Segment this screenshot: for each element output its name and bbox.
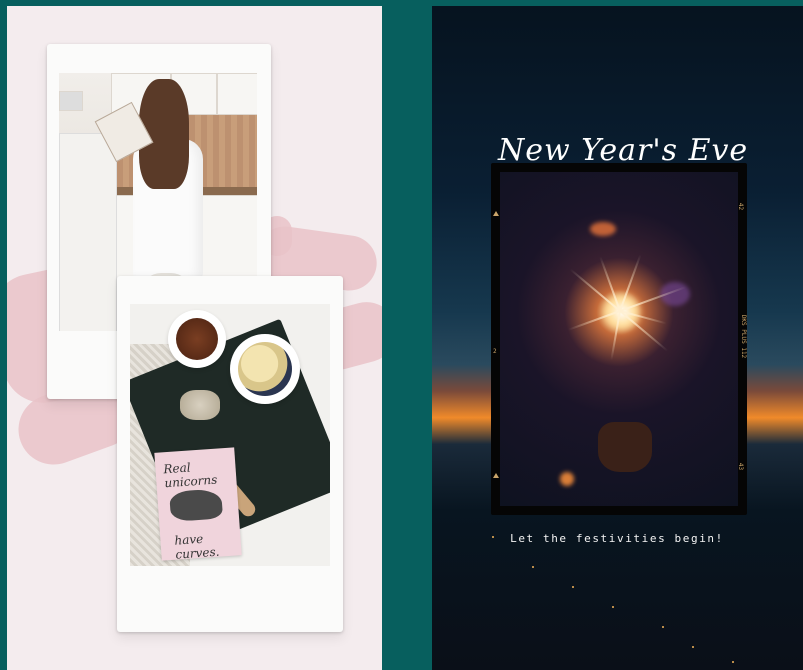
pecan-bowl	[168, 310, 226, 368]
film-frame: 42 DKS PLUS 112 2 43	[491, 163, 747, 515]
city-light	[612, 606, 614, 608]
film-mark-middle: DKS PLUS 112	[739, 314, 747, 359]
film-mark-top: 42	[736, 202, 744, 211]
left-post: Real unicorns have curves.	[7, 6, 382, 670]
pecans	[176, 318, 218, 360]
headline: New Year's Eve	[498, 133, 749, 168]
bokeh-light	[590, 222, 616, 236]
right-post: 42 DKS PLUS 112 2 43 New Year's Eve Let …	[432, 6, 803, 670]
city-light	[692, 646, 694, 648]
sparkler-photo	[500, 172, 738, 506]
quote-card: Real unicorns have curves.	[154, 447, 242, 562]
food-photo: Real unicorns have curves.	[130, 304, 330, 566]
film-notch	[493, 211, 499, 216]
upper-cabinet	[217, 73, 257, 115]
city-light	[662, 626, 664, 628]
oats	[180, 390, 220, 420]
microwave	[59, 91, 83, 111]
film-notch	[493, 473, 499, 478]
city-light	[532, 566, 534, 568]
polaroid-food: Real unicorns have curves.	[117, 276, 343, 632]
fridge	[59, 133, 117, 331]
city-light	[732, 661, 734, 663]
rhino-illustration	[169, 488, 224, 522]
hand	[598, 422, 652, 472]
banana-slices	[238, 342, 292, 396]
city-light	[572, 586, 574, 588]
subline: Let the festivities begin!	[510, 532, 724, 545]
film-mark-left: 2	[493, 348, 497, 355]
card-text-line2: have curves.	[174, 531, 220, 562]
card-text-line1: Real unicorns	[163, 460, 218, 491]
film-mark-bottom: 43	[736, 462, 744, 471]
bokeh-light	[560, 472, 574, 486]
city-light	[492, 536, 494, 538]
banana-bowl	[230, 334, 300, 404]
